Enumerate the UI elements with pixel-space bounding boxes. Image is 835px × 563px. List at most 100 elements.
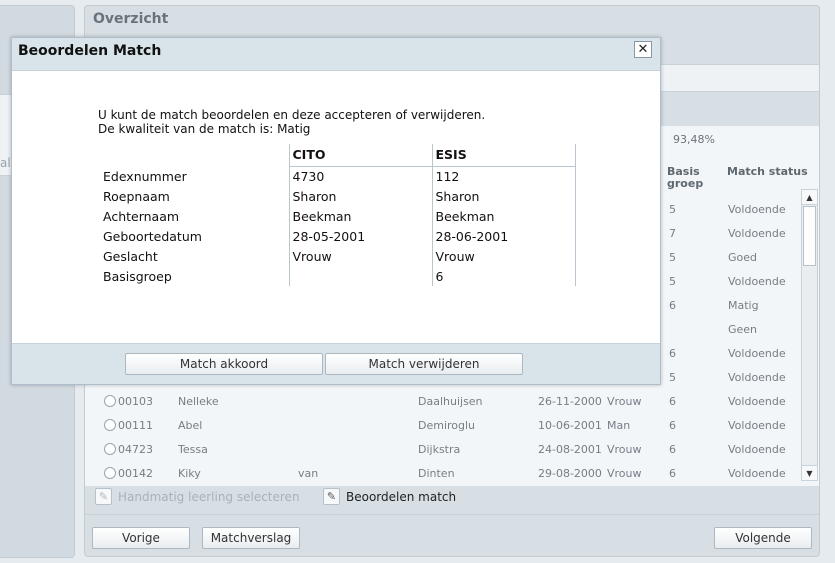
cell-last-name: Demiroglu xyxy=(418,419,476,432)
esis-value: Beekman xyxy=(431,206,576,226)
table-row[interactable]: 00111 Abel Demiroglu 10-06-2001 Man 6 Voldoend… xyxy=(85,414,801,438)
row-radio-button[interactable] xyxy=(104,395,116,407)
cell-gender: Man xyxy=(607,419,631,432)
cell-student-number: 00111 xyxy=(118,419,153,432)
cito-value: 28-05-2001 xyxy=(288,226,432,246)
cell-match-status: Geen xyxy=(728,323,758,336)
previous-button[interactable]: Vorige xyxy=(92,527,190,549)
column-header-basis-groep[interactable]: Basis groep xyxy=(667,166,707,190)
pencil-icon: ✎ xyxy=(95,488,112,505)
cell-first-name: Abel xyxy=(178,419,203,432)
scroll-up-arrow-icon[interactable]: ▲ xyxy=(802,190,817,205)
match-accept-button[interactable]: Match akkoord xyxy=(125,353,323,375)
row-radio-button[interactable] xyxy=(104,467,116,479)
cell-match-status: Voldoende xyxy=(728,395,786,408)
cell-gender: Vrouw xyxy=(607,443,642,456)
esis-value: Vrouw xyxy=(431,246,576,266)
manual-select-tool: ✎ Handmatig leerling selecteren xyxy=(95,488,300,505)
scroll-thumb[interactable] xyxy=(803,206,816,266)
table-row[interactable]: 00103 Nelleke Daalhuijsen 26-11-2000 Vrouw 6 V… xyxy=(85,390,801,414)
next-button[interactable]: Volgende xyxy=(714,527,812,549)
comparison-row: Basisgroep 6 xyxy=(100,266,576,286)
cell-birth-date: 29-08-2000 xyxy=(538,467,602,480)
cell-match-status: Voldoende xyxy=(728,467,786,480)
cell-gender: Vrouw xyxy=(607,467,642,480)
cell-basis-group: 5 xyxy=(669,275,676,288)
intro-line-2: De kwaliteit van de match is: Matig xyxy=(98,122,311,136)
field-label: Edexnummer xyxy=(103,168,187,184)
cito-value: Vrouw xyxy=(288,246,432,266)
cell-basis-group: 6 xyxy=(669,299,676,312)
cell-match-status: Voldoende xyxy=(728,419,786,432)
comparison-row: Edexnummer 4730 112 xyxy=(100,166,576,186)
cell-basis-group: 5 xyxy=(669,203,676,216)
left-panel-cut-text: al xyxy=(0,156,11,170)
review-match-tool[interactable]: ✎ Beoordelen match xyxy=(323,488,456,505)
cell-match-status: Voldoende xyxy=(728,227,786,240)
cell-last-name: Dijkstra xyxy=(418,443,461,456)
cell-first-name: Nelleke xyxy=(178,395,219,408)
manual-select-label: Handmatig leerling selecteren xyxy=(118,489,300,504)
comparison-header-blank xyxy=(100,144,289,166)
esis-value: 112 xyxy=(431,166,576,186)
cell-basis-group: 5 xyxy=(669,251,676,264)
cito-value: 4730 xyxy=(288,166,432,186)
close-icon[interactable]: ✕ xyxy=(634,41,652,58)
comparison-header-cito: CITO xyxy=(288,144,432,167)
esis-value: 6 xyxy=(431,266,576,286)
cell-match-status: Voldoende xyxy=(728,275,786,288)
cell-basis-group: 6 xyxy=(669,419,676,432)
field-label: Roepnaam xyxy=(103,188,170,204)
cell-student-number: 00103 xyxy=(118,395,153,408)
cell-birth-date: 24-08-2001 xyxy=(538,443,602,456)
pencil-icon: ✎ xyxy=(323,488,340,505)
cell-birth-date: 26-11-2000 xyxy=(538,395,602,408)
list-scrollbar[interactable]: ▲ ▼ xyxy=(801,189,818,481)
page-title: Overzicht xyxy=(93,11,169,27)
cell-basis-group: 6 xyxy=(669,347,676,360)
esis-value: Sharon xyxy=(431,186,576,206)
cell-match-status: Matig xyxy=(728,299,759,312)
field-label: Achternaam xyxy=(103,208,180,224)
comparison-row: Achternaam Beekman Beekman xyxy=(100,206,576,226)
cito-value: Beekman xyxy=(288,206,432,226)
cell-student-number: 00142 xyxy=(118,467,153,480)
esis-value: 28-06-2001 xyxy=(431,226,576,246)
table-row[interactable]: 00142 Kiky van Dinten 29-08-2000 Vrouw 6 Voldoe… xyxy=(85,462,801,486)
cell-basis-group: 5 xyxy=(669,371,676,384)
cell-basis-group: 6 xyxy=(669,395,676,408)
cell-birth-date: 10-06-2001 xyxy=(538,419,602,432)
row-radio-button[interactable] xyxy=(104,419,116,431)
dialog-intro: U kunt de match beoordelen en deze accep… xyxy=(98,108,485,136)
field-label: Basisgroep xyxy=(103,268,172,284)
cell-match-status: Voldoende xyxy=(728,347,786,360)
cito-value: Sharon xyxy=(288,186,432,206)
cell-match-status: Voldoende xyxy=(728,443,786,456)
intro-line-1: U kunt de match beoordelen en deze accep… xyxy=(98,108,486,122)
row-radio-button[interactable] xyxy=(104,443,116,455)
comparison-table: CITO ESIS Edexnummer 4730 112 Roepnaam Sharo… xyxy=(100,144,576,286)
dialog-header: Beoordelen Match ✕ xyxy=(12,38,660,71)
cell-basis-group: 6 xyxy=(669,443,676,456)
cell-gender: Vrouw xyxy=(607,395,642,408)
column-header-match-status[interactable]: Match status xyxy=(727,166,808,178)
cell-student-number: 04723 xyxy=(118,443,153,456)
cell-match-status: Voldoende xyxy=(728,371,786,384)
comparison-row: Geslacht Vrouw Vrouw xyxy=(100,246,576,266)
match-delete-button[interactable]: Match verwijderen xyxy=(325,353,523,375)
table-row[interactable]: 04723 Tessa Dijkstra 24-08-2001 Vrouw 6 Voldoe… xyxy=(85,438,801,462)
cell-first-name: Kiky xyxy=(178,467,201,480)
match-report-button[interactable]: Matchverslag xyxy=(202,527,300,549)
dialog-title: Beoordelen Match xyxy=(18,43,162,59)
scroll-down-arrow-icon[interactable]: ▼ xyxy=(802,465,817,480)
cell-first-name: Tessa xyxy=(178,443,208,456)
cell-name-prefix: van xyxy=(298,467,319,480)
comparison-row: Roepnaam Sharon Sharon xyxy=(100,186,576,206)
field-label: Geboortedatum xyxy=(103,228,202,244)
dialog-footer: Match akkoord Match verwijderen xyxy=(12,343,660,384)
cell-last-name: Daalhuijsen xyxy=(418,395,483,408)
comparison-row: Geboortedatum 28-05-2001 28-06-2001 xyxy=(100,226,576,246)
cell-match-status: Voldoende xyxy=(728,203,786,216)
comparison-header-esis: ESIS xyxy=(431,144,576,167)
footer-bar: Vorige Matchverslag Volgende xyxy=(85,514,819,556)
